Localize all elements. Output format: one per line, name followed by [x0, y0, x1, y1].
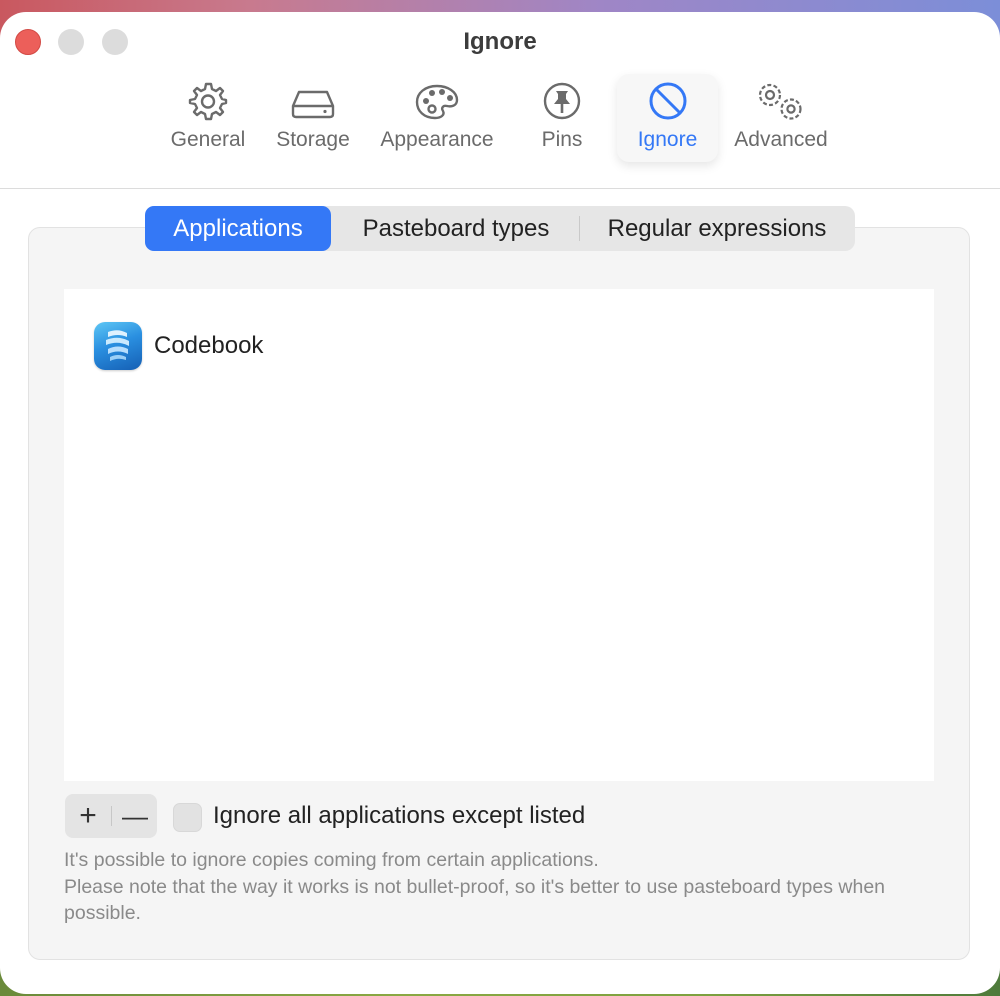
codebook-app-icon [94, 322, 142, 370]
tab-appearance-label: Appearance [380, 128, 494, 151]
help-line-1: It's possible to ignore copies coming fr… [64, 849, 599, 871]
add-remove-control: + — [65, 794, 157, 838]
prohibited-icon [647, 80, 689, 128]
window-title: Ignore [463, 28, 537, 55]
preferences-toolbar: General Storage Appearance Pins Ignore A… [0, 74, 1000, 178]
segment-pasteboard-types[interactable]: Pasteboard types [341, 206, 571, 251]
palette-icon [413, 80, 461, 128]
help-line-2: Please note that the way it works is not… [64, 875, 886, 925]
applications-list[interactable]: Codebook [64, 289, 934, 781]
tab-ignore-label: Ignore [637, 128, 698, 151]
settings-window: Ignore General Storage Appearance Pins I… [0, 12, 1000, 994]
segment-regular-expressions[interactable]: Regular expressions [589, 206, 845, 251]
app-name: Codebook [154, 332, 264, 359]
help-text: It's possible to ignore copies coming fr… [64, 847, 924, 927]
tab-advanced[interactable]: Advanced [728, 74, 834, 162]
gear-icon [187, 80, 229, 128]
storage-drive-icon [290, 80, 336, 128]
tab-general-label: General [170, 128, 246, 151]
tab-pins[interactable]: Pins [522, 74, 602, 162]
add-button[interactable]: + [65, 794, 111, 838]
pin-icon [541, 80, 583, 128]
ignore-all-except-checkbox[interactable] [173, 803, 202, 832]
toolbar-divider [0, 188, 1000, 189]
remove-button[interactable]: — [112, 794, 158, 838]
tab-storage-label: Storage [276, 128, 350, 151]
tab-advanced-label: Advanced [734, 128, 828, 151]
segment-divider [579, 216, 580, 241]
tab-general[interactable]: General [163, 74, 253, 162]
tab-pins-label: Pins [541, 128, 583, 151]
ignore-all-except-label[interactable]: Ignore all applications except listed [213, 802, 585, 830]
segment-applications[interactable]: Applications [145, 206, 331, 251]
tab-storage[interactable]: Storage [268, 74, 358, 162]
tab-ignore[interactable]: Ignore [617, 74, 718, 162]
gears-icon [754, 80, 808, 130]
ignore-type-segmented-control: Applications Pasteboard types Regular ex… [145, 206, 855, 251]
tab-appearance[interactable]: Appearance [373, 74, 501, 162]
list-item[interactable]: Codebook [94, 321, 263, 371]
